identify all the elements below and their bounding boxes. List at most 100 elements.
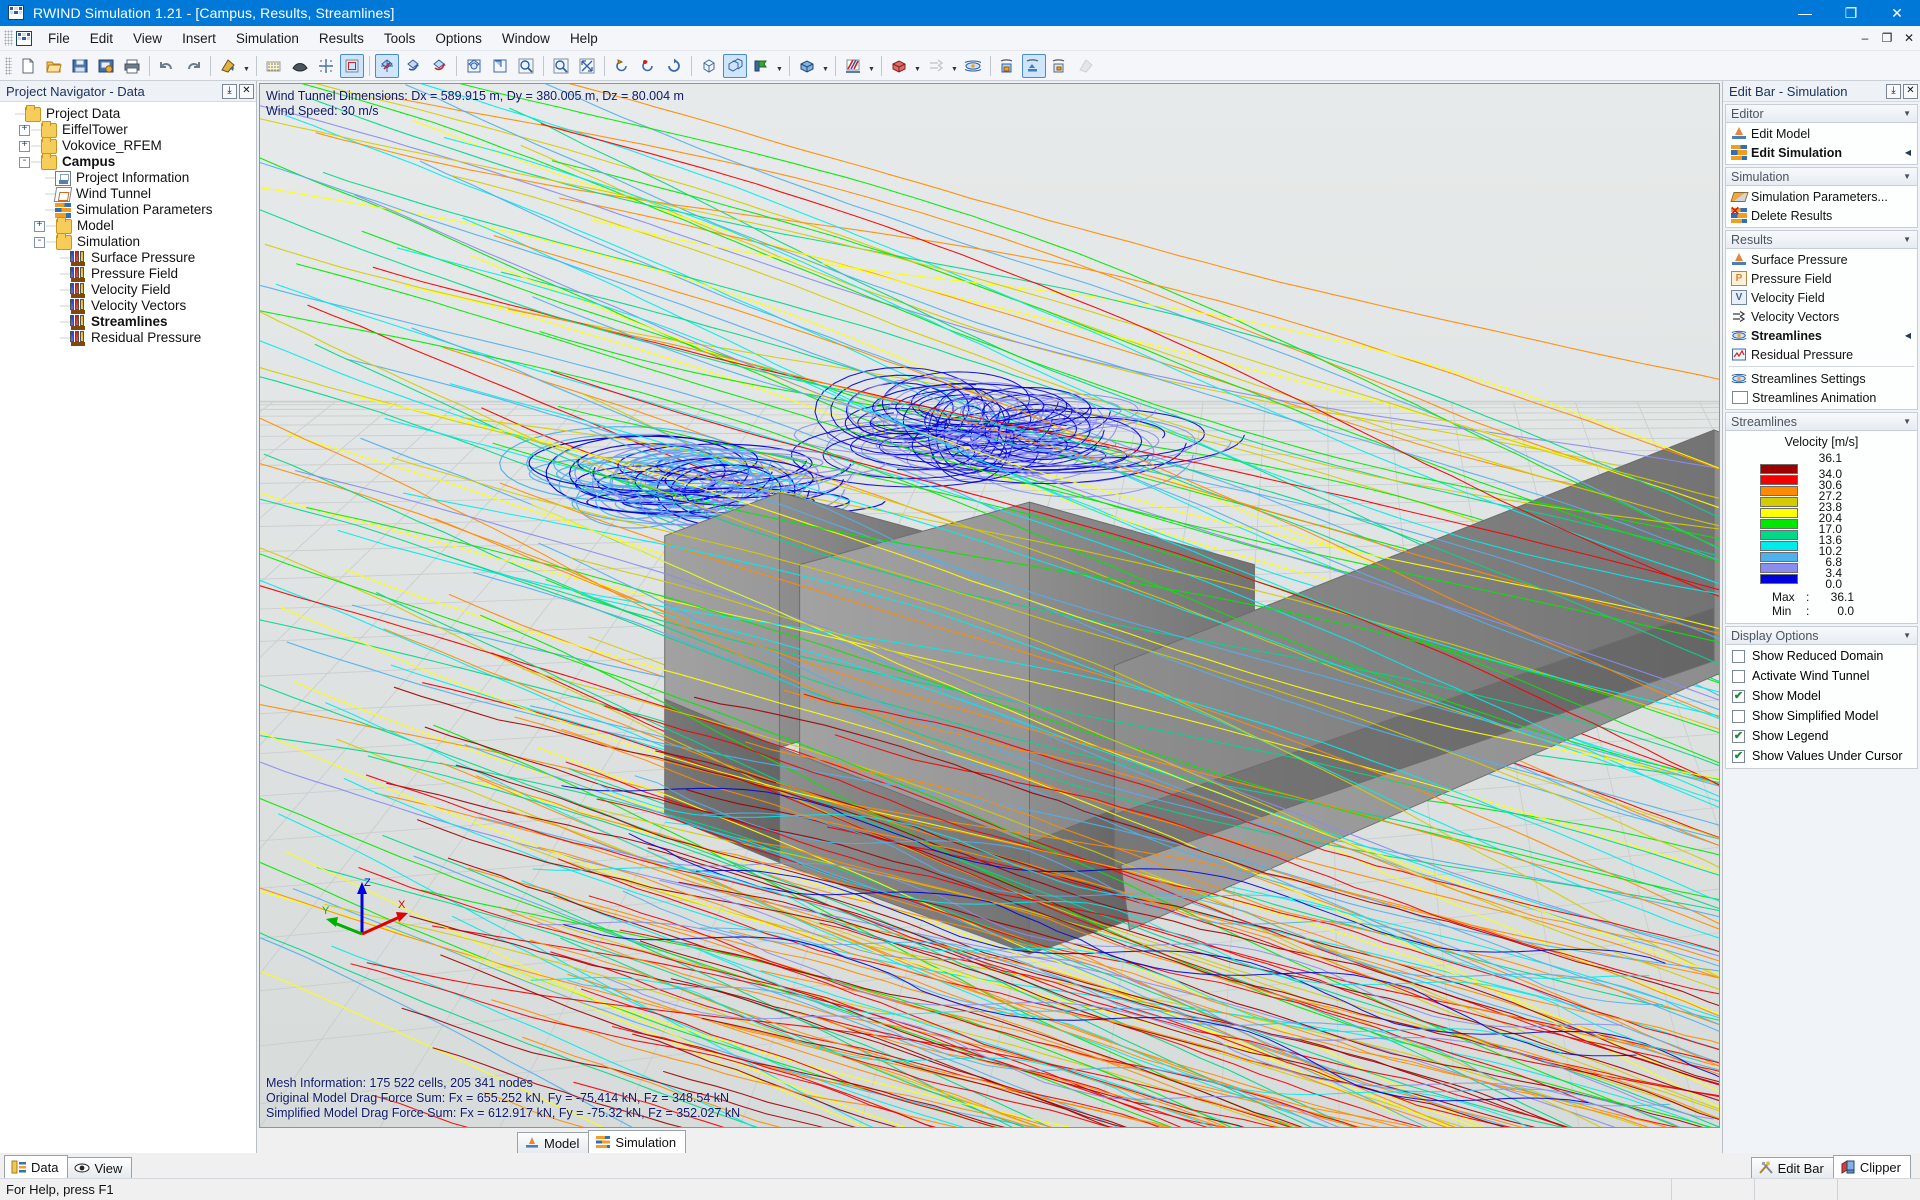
chevron-down-icon[interactable]: ▼ bbox=[912, 54, 923, 78]
edit-bar-item-surface-pressure[interactable]: Surface Pressure bbox=[1726, 250, 1917, 269]
view-rotate-icon[interactable] bbox=[636, 54, 660, 78]
edit-bar-group-editor[interactable]: Editor ▼ bbox=[1725, 104, 1918, 123]
edit-bar-item-velocity-vectors[interactable]: Velocity Vectors bbox=[1726, 307, 1917, 326]
chevron-down-icon[interactable]: ▼ bbox=[774, 54, 785, 78]
checkbox-box[interactable] bbox=[1732, 709, 1745, 723]
edit-bar-close-button[interactable]: ✕ bbox=[1903, 83, 1918, 99]
rotate-view-z-icon[interactable] bbox=[427, 54, 451, 78]
3d-viewport[interactable]: Wind Tunnel Dimensions: Dx = 589.915 m, … bbox=[259, 83, 1720, 1128]
edit-bar-item-streamlines[interactable]: Streamlines ◀ bbox=[1726, 326, 1917, 345]
toolbar-drag-grip[interactable] bbox=[5, 56, 12, 75]
snap-grid-icon[interactable] bbox=[314, 54, 338, 78]
checkbox-box[interactable]: ✔ bbox=[1732, 729, 1745, 743]
navigator-pin-button[interactable]: ⤓ bbox=[222, 83, 237, 99]
chevron-down-icon[interactable]: ▼ bbox=[1903, 172, 1911, 181]
menu-item-tools[interactable]: Tools bbox=[374, 28, 426, 49]
rotate-view-y-icon[interactable] bbox=[401, 54, 425, 78]
tree-item-vokovice-rfem[interactable]: + Vokovice_RFEM bbox=[4, 136, 256, 154]
tree-item-project-information[interactable]: Project Information bbox=[4, 170, 256, 186]
result-view-1-icon[interactable] bbox=[996, 54, 1020, 78]
mdi-restore-icon[interactable]: ❐ bbox=[1876, 27, 1898, 49]
edit-bar-item-streamlines-animation[interactable]: Streamlines Animation bbox=[1726, 388, 1917, 407]
zoom-all-icon[interactable] bbox=[575, 54, 599, 78]
mdi-close-icon[interactable]: ✕ bbox=[1898, 27, 1920, 49]
checkbox-show-simplified-model[interactable]: Show Simplified Model bbox=[1726, 706, 1917, 726]
chevron-down-icon[interactable]: ▼ bbox=[1903, 109, 1911, 118]
edit-bar-item-edit-simulation[interactable]: Edit Simulation ◀ bbox=[1726, 143, 1917, 162]
tree-item-velocity-vectors[interactable]: Velocity Vectors bbox=[4, 298, 256, 314]
chevron-down-icon[interactable]: ▼ bbox=[820, 54, 831, 78]
edit-bar-item-velocity-field[interactable]: V Velocity Field bbox=[1726, 288, 1917, 307]
edit-bar-group-streamlines[interactable]: Streamlines ▼ bbox=[1725, 412, 1918, 431]
menu-item-file[interactable]: File bbox=[38, 28, 80, 49]
edit-bar-item-simulation-parameters[interactable]: Simulation Parameters... bbox=[1726, 187, 1917, 206]
tree-item-velocity-field[interactable]: Velocity Field bbox=[4, 282, 256, 298]
streamlines-icon[interactable] bbox=[961, 54, 985, 78]
menu-item-simulation[interactable]: Simulation bbox=[226, 28, 309, 49]
expand-icon[interactable]: + bbox=[34, 220, 45, 232]
menu-item-help[interactable]: Help bbox=[560, 28, 608, 49]
menu-item-results[interactable]: Results bbox=[309, 28, 374, 49]
checkbox-box[interactable] bbox=[1732, 649, 1745, 663]
edit-bar-group-results[interactable]: Results ▼ bbox=[1725, 230, 1918, 249]
checkbox-show-reduced-domain[interactable]: Show Reduced Domain bbox=[1726, 646, 1917, 666]
tab-data[interactable]: Data bbox=[4, 1155, 69, 1178]
chevron-down-icon[interactable]: ▼ bbox=[866, 54, 877, 78]
result-box-icon[interactable] bbox=[887, 54, 911, 78]
expand-icon[interactable]: + bbox=[19, 124, 30, 136]
zoom-previous-icon[interactable] bbox=[549, 54, 573, 78]
tab-view[interactable]: View bbox=[67, 1157, 133, 1178]
tab-edit-bar[interactable]: Edit Bar bbox=[1750, 1157, 1834, 1178]
chevron-down-icon[interactable]: ▼ bbox=[241, 54, 252, 78]
zoom-window-icon[interactable] bbox=[488, 54, 512, 78]
show-surface-mesh-icon[interactable] bbox=[288, 54, 312, 78]
render-mode-icon[interactable] bbox=[216, 54, 240, 78]
maximize-restore-button[interactable]: ❐ bbox=[1828, 0, 1874, 26]
menu-item-insert[interactable]: Insert bbox=[172, 28, 226, 49]
open-file-icon[interactable] bbox=[42, 54, 66, 78]
menu-item-options[interactable]: Options bbox=[425, 28, 492, 49]
expand-icon[interactable]: + bbox=[19, 140, 30, 152]
view-rotate-left-icon[interactable] bbox=[610, 54, 634, 78]
color-scale-icon[interactable] bbox=[841, 54, 865, 78]
checkbox-box[interactable]: ✔ bbox=[1732, 749, 1745, 763]
rotate-view-x-icon[interactable] bbox=[375, 53, 399, 78]
close-button[interactable]: ✕ bbox=[1874, 0, 1920, 26]
chevron-down-icon[interactable]: ▼ bbox=[1903, 417, 1911, 426]
pan-icon[interactable] bbox=[462, 54, 486, 78]
save-as-icon[interactable] bbox=[94, 54, 118, 78]
edit-bar-item-edit-model[interactable]: Edit Model bbox=[1726, 124, 1917, 143]
edit-bar-pin-button[interactable]: ⤓ bbox=[1886, 83, 1901, 99]
show-mesh-icon[interactable] bbox=[262, 54, 286, 78]
collapse-icon[interactable]: - bbox=[34, 236, 45, 248]
edit-bar-item-streamlines-settings[interactable]: Streamlines Settings bbox=[1726, 369, 1917, 388]
view-rotate-right-icon[interactable] bbox=[662, 54, 686, 78]
tree-item-project-data[interactable]: Project Data bbox=[4, 104, 256, 122]
wireframe-icon[interactable] bbox=[697, 54, 721, 78]
tree-item-simulation-parameters[interactable]: Simulation Parameters bbox=[4, 202, 256, 218]
tree-item-campus[interactable]: - Campus bbox=[4, 152, 256, 170]
checkbox-activate-wind-tunnel[interactable]: Activate Wind Tunnel bbox=[1726, 666, 1917, 686]
menu-item-window[interactable]: Window bbox=[492, 28, 560, 49]
edit-bar-item-pressure-field[interactable]: P Pressure Field bbox=[1726, 269, 1917, 288]
mdi-minimize-icon[interactable]: – bbox=[1854, 27, 1876, 49]
menu-item-edit[interactable]: Edit bbox=[80, 28, 123, 49]
checkbox-show-values-under-cursor[interactable]: ✔ Show Values Under Cursor bbox=[1726, 746, 1917, 766]
menu-drag-grip[interactable] bbox=[4, 30, 13, 46]
tree-item-residual-pressure[interactable]: Residual Pressure bbox=[4, 330, 256, 346]
navigator-close-button[interactable]: ✕ bbox=[239, 83, 254, 99]
tab-model[interactable]: Model bbox=[517, 1132, 590, 1153]
tree-item-pressure-field[interactable]: Pressure Field bbox=[4, 266, 256, 282]
tree-item-eiffeltower[interactable]: + EiffelTower bbox=[4, 120, 256, 138]
result-view-3-icon[interactable] bbox=[1048, 54, 1072, 78]
cube-view-icon[interactable] bbox=[795, 54, 819, 78]
selection-rect-icon[interactable] bbox=[340, 53, 364, 78]
minimize-button[interactable]: — bbox=[1782, 0, 1828, 26]
tree-item-model[interactable]: + Model bbox=[4, 216, 256, 234]
direction-icon[interactable] bbox=[749, 54, 773, 78]
checkbox-box[interactable] bbox=[1732, 669, 1745, 683]
checkbox-show-legend[interactable]: ✔ Show Legend bbox=[1726, 726, 1917, 746]
tab-clipper[interactable]: Clipper bbox=[1832, 1155, 1911, 1178]
result-view-2-icon[interactable] bbox=[1022, 53, 1046, 78]
project-tree[interactable]: Project Data + EiffelTower + Vokovice_RFEM - C… bbox=[0, 102, 256, 1153]
